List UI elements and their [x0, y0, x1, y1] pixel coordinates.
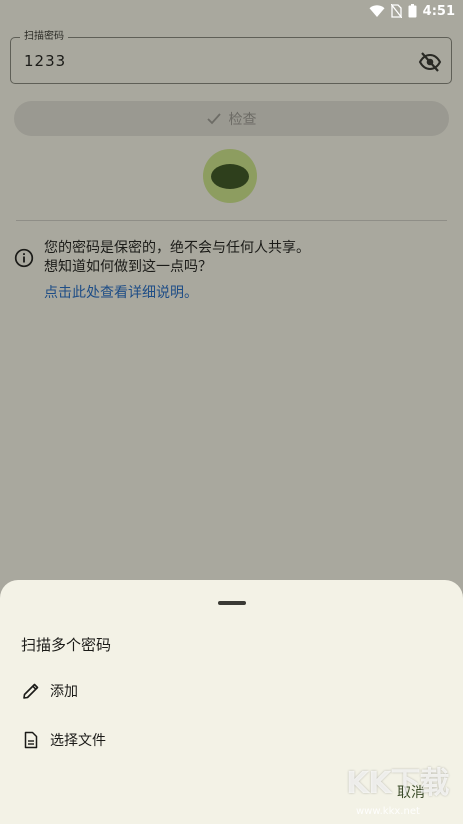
drag-handle[interactable] [218, 601, 246, 605]
document-icon [24, 731, 38, 749]
divider [16, 220, 447, 221]
choose-file-item[interactable]: 选择文件 [0, 720, 463, 760]
eye-blob-pupil [211, 163, 249, 189]
check-icon [206, 112, 221, 124]
watermark-logo: KK下载 [346, 766, 450, 801]
status-bar: 4:51 [0, 0, 463, 22]
watermark-url: www.kkx.net [356, 806, 420, 817]
add-item-label: 添加 [50, 684, 78, 700]
no-sim-icon [390, 4, 402, 18]
info-icon [14, 248, 34, 268]
status-time: 4:51 [422, 3, 455, 19]
check-button-label: 检查 [228, 111, 257, 128]
visibility-off-icon[interactable] [418, 50, 442, 74]
info-text: 您的密码是保密的，绝不会与任何人共享。 想知道如何做到这一点吗？ [44, 239, 444, 277]
add-item[interactable]: 添加 [0, 671, 463, 711]
password-field-value[interactable]: 1233 [24, 51, 66, 71]
details-link[interactable]: 点击此处查看详细说明。 [44, 284, 198, 303]
sheet-title: 扫描多个密码 [21, 636, 112, 654]
choose-file-item-label: 选择文件 [50, 733, 106, 749]
wifi-icon [369, 4, 385, 17]
info-text-line-2: 想知道如何做到这一点吗？ [44, 259, 212, 275]
password-field[interactable]: 扫描密码 1233 [10, 30, 452, 84]
password-field-label: 扫描密码 [20, 30, 68, 44]
pencil-icon [23, 683, 39, 699]
eye-blob-icon [203, 149, 257, 203]
check-button[interactable]: 检查 [14, 101, 449, 136]
info-text-line-1: 您的密码是保密的，绝不会与任何人共享。 [44, 240, 310, 256]
battery-icon [408, 4, 417, 18]
